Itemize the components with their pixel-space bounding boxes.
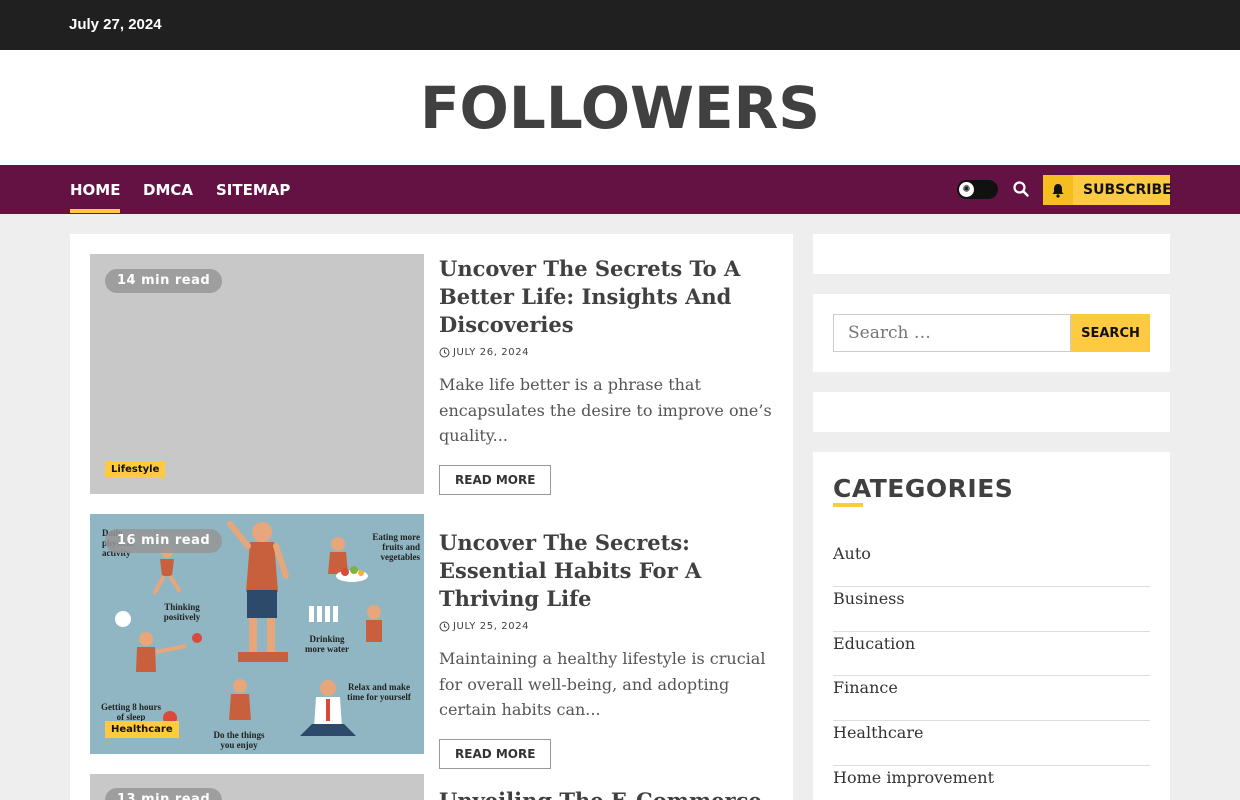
search-form: SEARCH [833, 314, 1150, 352]
sidebar-widget-empty [813, 392, 1170, 432]
post-title[interactable]: Uncover The Secrets To A Better Life: In… [439, 255, 779, 339]
bell-icon [1043, 175, 1073, 205]
post-body: Unveiling The E-Commerce [439, 774, 778, 800]
category-link-education[interactable]: Education [833, 632, 1150, 677]
category-link-healthcare[interactable]: Healthcare [833, 721, 1150, 766]
image-label-sleep: Getting 8 hours of sleep [100, 702, 161, 722]
read-time-badge: 16 min read [105, 529, 223, 553]
category-link-home-improvement[interactable]: Home improvement [833, 766, 1150, 800]
post-excerpt: Maintaining a healthy lifestyle is cruci… [439, 649, 766, 719]
read-time-badge: 13 min read [105, 788, 223, 800]
subscribe-button[interactable]: SUBSCRIBE [1043, 175, 1172, 205]
image-label-drinking: Drinking more water [304, 634, 350, 654]
post-card: 14 min read Lifestyle Uncover The Secret… [90, 254, 779, 495]
sidebar-widget-empty [813, 234, 1170, 274]
nav-item-home[interactable]: HOME [70, 181, 121, 213]
read-time-badge: 14 min read [105, 269, 223, 293]
nav-item-dmca[interactable]: DMCA [143, 181, 193, 199]
heading-underline [833, 503, 863, 507]
top-bar: July 27, 2024 [0, 0, 1240, 50]
image-label-enjoy: Do the things you enjoy [213, 730, 265, 750]
subscribe-label: SUBSCRIBE [1083, 182, 1172, 198]
post-thumbnail[interactable]: Daily physical activity Eating more frui… [90, 514, 424, 754]
dark-mode-toggle[interactable]: ✺ [957, 180, 998, 199]
image-label-thinking: Thinking positively [163, 602, 201, 622]
post-title[interactable]: Uncover The Secrets: Essential Habits Fo… [439, 529, 779, 613]
masthead: FOLLOWERS [0, 50, 1240, 165]
categories-list: Auto Business Education Finance Healthca… [833, 542, 1150, 800]
search-input[interactable] [833, 314, 1071, 352]
post-date: JULY 26, 2024 [439, 347, 779, 358]
post-card: Daily physical activity Eating more frui… [90, 514, 778, 769]
post-excerpt: Make life better is a phrase that encaps… [439, 375, 772, 445]
site-title[interactable]: FOLLOWERS [0, 74, 1240, 142]
search-button[interactable]: SEARCH [1071, 314, 1150, 352]
post-date-text: JULY 25, 2024 [453, 621, 530, 632]
post-body: Uncover The Secrets To A Better Life: In… [439, 254, 779, 495]
read-more-button[interactable]: READ MORE [439, 738, 552, 769]
categories-widget: CATEGORIES Auto Business Education Finan… [813, 452, 1170, 800]
image-label-eating: Eating more fruits and vegetables [372, 532, 420, 562]
post-date-text: JULY 26, 2024 [453, 347, 530, 358]
post-thumbnail[interactable]: 13 min read [90, 774, 424, 800]
sun-icon: ✺ [959, 182, 974, 197]
post-date: JULY 25, 2024 [439, 621, 779, 632]
category-link-auto[interactable]: Auto [833, 542, 1150, 587]
post-body: Uncover The Secrets: Essential Habits Fo… [439, 514, 779, 769]
nav-item-sitemap[interactable]: SITEMAP [216, 181, 290, 199]
read-more-button[interactable]: READ MORE [439, 464, 552, 495]
image-label-relax: Relax and make time for yourself [347, 682, 411, 702]
current-date: July 27, 2024 [69, 16, 162, 33]
search-widget: SEARCH [813, 294, 1170, 372]
category-link-business[interactable]: Business [833, 587, 1150, 632]
category-tag[interactable]: Healthcare [105, 721, 179, 738]
post-title[interactable]: Unveiling The E-Commerce [439, 787, 778, 800]
category-link-finance[interactable]: Finance [833, 676, 1150, 722]
clock-icon [439, 621, 450, 632]
search-icon[interactable] [1012, 180, 1030, 198]
post-card: 13 min read Unveiling The E-Commerce [90, 774, 778, 800]
categories-heading: CATEGORIES [833, 474, 1014, 503]
post-thumbnail[interactable]: 14 min read Lifestyle [90, 254, 424, 494]
clock-icon [439, 347, 450, 358]
category-tag[interactable]: Lifestyle [105, 461, 166, 478]
